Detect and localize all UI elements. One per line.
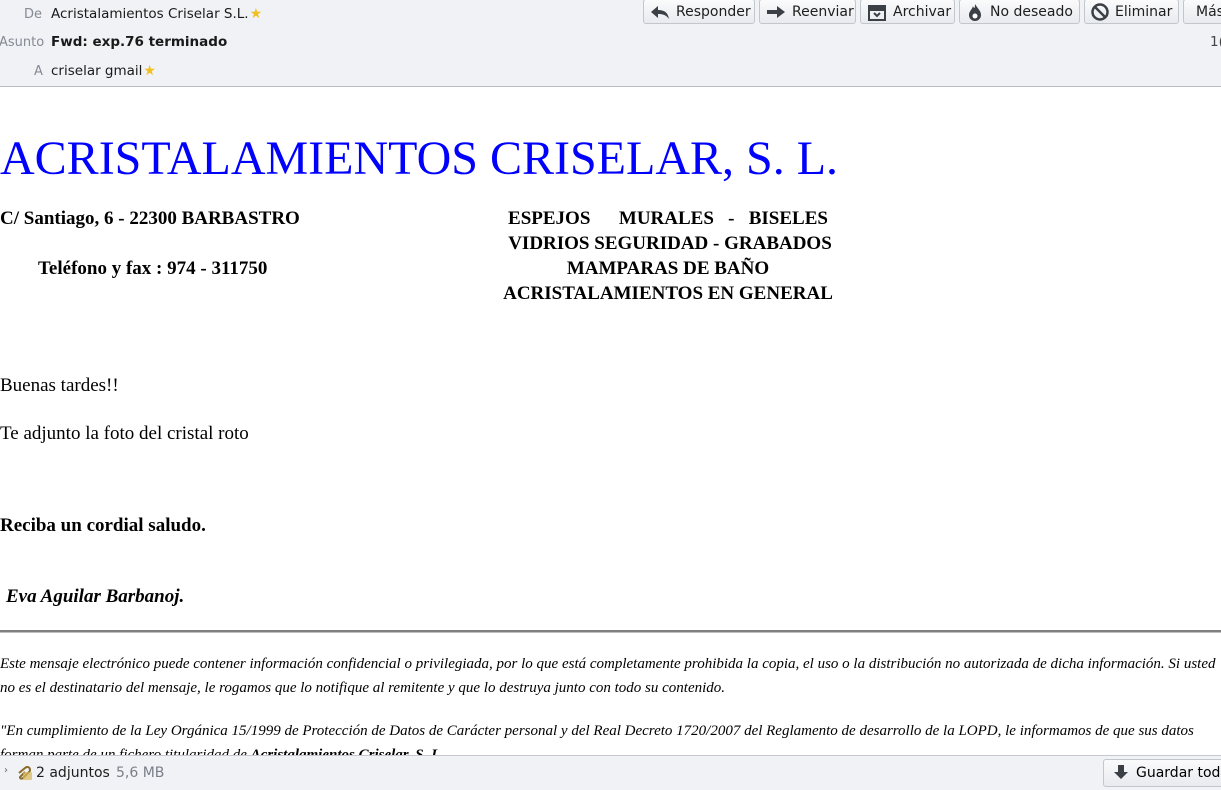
forward-button[interactable]: Reenviar — [759, 0, 856, 24]
to-label: A — [34, 64, 43, 79]
services-line-2: VIDRIOS SEGURIDAD - GRABADOS — [508, 233, 832, 254]
subject-value: Fwd: exp.76 terminado — [51, 34, 228, 50]
archive-label: Archivar — [893, 3, 952, 20]
forward-label: Reenviar — [792, 3, 854, 20]
message-body: ACRISTALAMIENTOS CRISELAR, S. L. C/ Sant… — [0, 87, 1221, 755]
delete-label: Eliminar — [1115, 3, 1173, 20]
body-text: Te adjunto la foto del cristal roto — [0, 423, 249, 444]
message-header: De Acristalamientos Criselar S.L.★ Asunt… — [0, 0, 1221, 87]
disclaimer-lopd-text: "En cumplimiento de la Ley Orgánica 15/1… — [0, 723, 1194, 755]
from-label: De — [24, 7, 43, 22]
reply-label: Responder — [676, 3, 751, 20]
disclaimer-confidential: Este mensaje electrónico puede contener … — [0, 656, 1216, 696]
download-icon — [1114, 765, 1128, 779]
save-all-label: Guardar todo — [1136, 765, 1221, 781]
company-name: ACRISTALAMIENTOS CRISELAR, S. L. — [0, 132, 839, 185]
date-value: 1( — [1210, 34, 1221, 50]
star-icon[interactable]: ★ — [143, 63, 156, 79]
company-phone: Teléfono y fax : 974 - 311750 — [38, 258, 268, 279]
paperclip-icon[interactable] — [17, 766, 33, 781]
from-name[interactable]: Acristalamientos Criselar S.L. — [51, 6, 249, 22]
delete-button[interactable]: Eliminar — [1084, 0, 1179, 24]
attachments-count[interactable]: 2 adjuntos — [36, 765, 110, 781]
to-value[interactable]: criselar gmail★ — [51, 63, 156, 79]
junk-button[interactable]: No deseado — [959, 0, 1080, 24]
more-button[interactable]: Más — [1183, 0, 1221, 24]
services-line-1: ESPEJOS MURALES - BISELES — [508, 208, 828, 229]
flame-icon — [969, 3, 981, 21]
no-entry-icon — [1091, 2, 1109, 21]
disclaimer-company: Acristalamientos Criselar, S. L. — [250, 747, 445, 755]
subject-label: Asunto — [0, 35, 45, 50]
attachments-size: 5,6 MB — [116, 765, 165, 781]
reply-button[interactable]: Responder — [643, 0, 755, 24]
company-address: C/ Santiago, 6 - 22300 BARBASTRO — [0, 208, 300, 229]
more-label: Más — [1196, 3, 1221, 20]
disclaimer-lopd: "En cumplimiento de la Ley Orgánica 15/1… — [0, 719, 1221, 755]
expand-chevron-icon[interactable]: › — [4, 765, 8, 776]
divider — [0, 630, 1221, 633]
star-icon[interactable]: ★ — [250, 6, 263, 22]
to-name[interactable]: criselar gmail — [51, 63, 142, 79]
greeting: Buenas tardes!! — [0, 375, 119, 396]
forward-arrow-icon — [767, 5, 785, 18]
signature: Eva Aguilar Barbanoj. — [6, 586, 185, 607]
from-value[interactable]: Acristalamientos Criselar S.L.★ — [51, 6, 262, 22]
services-line-4: ACRISTALAMIENTOS EN GENERAL — [503, 283, 833, 304]
save-all-button[interactable]: Guardar todo — [1103, 759, 1221, 787]
archive-button[interactable]: Archivar — [860, 0, 955, 24]
reply-icon — [651, 5, 669, 19]
archive-box-icon — [868, 4, 886, 21]
closing: Reciba un cordial saludo. — [0, 515, 206, 536]
services-line-3: MAMPARAS DE BAÑO — [566, 258, 770, 279]
junk-label: No deseado — [990, 3, 1073, 20]
attachment-bar: › 2 adjuntos 5,6 MB Guardar todo — [0, 755, 1221, 790]
